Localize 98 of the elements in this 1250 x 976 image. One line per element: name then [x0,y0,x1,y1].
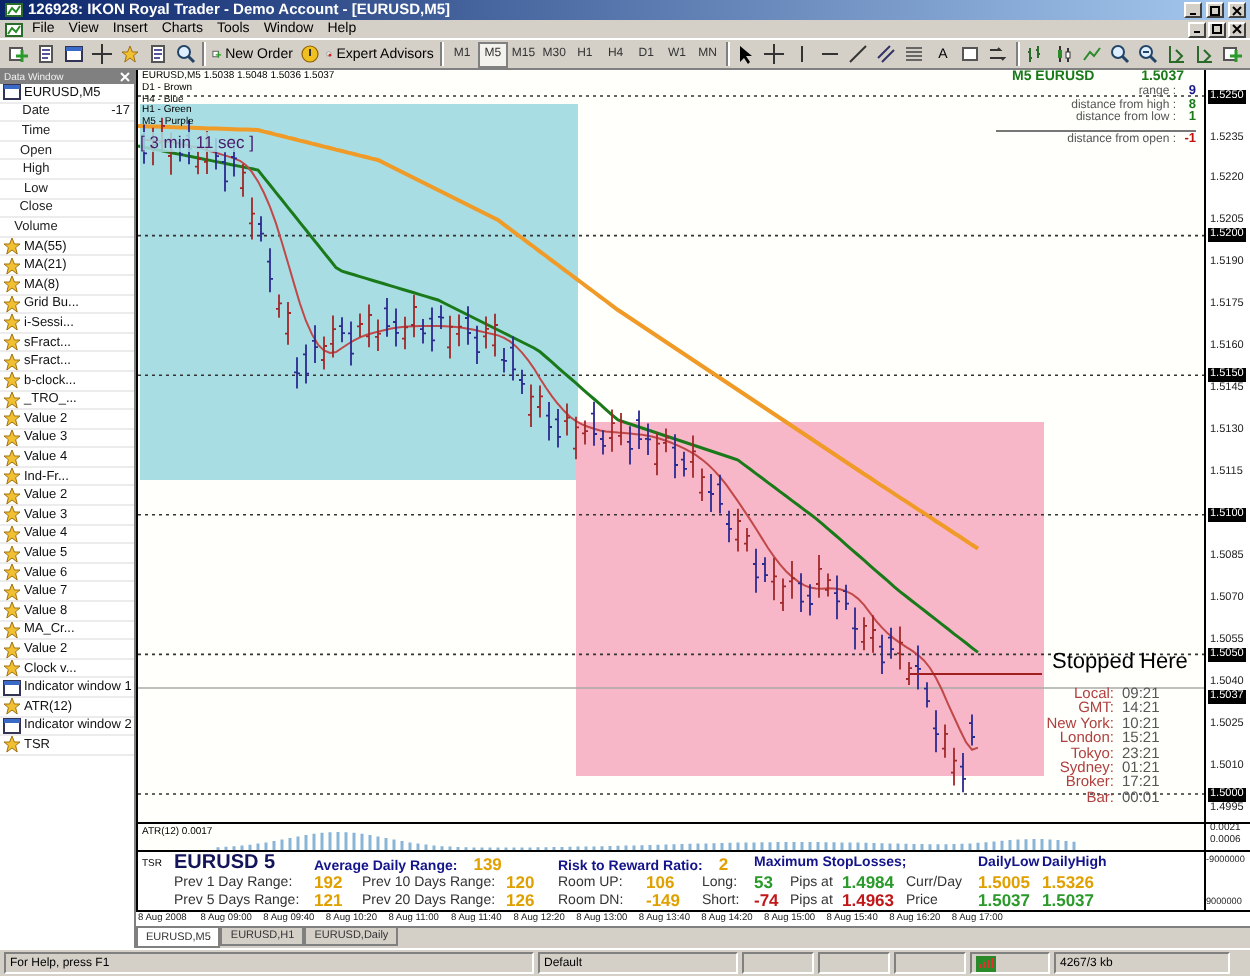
crosshair-icon [91,44,111,64]
app-icon [4,0,24,20]
channel-icon [876,44,897,64]
trendline-button[interactable] [845,41,872,67]
info-value: 1.5037 [978,892,1032,910]
indicator-icon [2,485,22,506]
info-value: 1.5326 [1042,874,1096,892]
indicator-icon [2,600,22,621]
indicator-icon [2,696,22,717]
indicator-icon [2,639,22,660]
label-button[interactable] [957,41,984,67]
cursor-icon [736,44,757,64]
alert-icon [299,44,320,64]
indicator-icon [2,466,22,487]
indicator-icon [2,408,22,429]
indicator-icon [2,236,22,257]
indicator-icon [2,581,22,602]
info-value: 106 [646,874,677,892]
info-value: 2 [718,853,729,873]
connection-icon [976,953,996,973]
trendline-icon [848,44,869,64]
indicator-icon [2,332,22,353]
label-icon [960,44,981,64]
indicator-icon [2,427,22,448]
crosshair-icon [764,44,785,64]
favorites-icon [119,44,139,64]
stop-label: Stopped Here [1052,650,1188,676]
new-chart-button[interactable] [4,41,30,67]
line-chart-icon [1082,44,1103,64]
info-value: 1.4963 [842,892,896,910]
indicator-icon [2,658,22,679]
crosshair-button[interactable] [761,41,788,67]
indicator-icon [2,523,22,544]
zoom-icon [175,44,195,64]
info-value: 121 [314,892,345,910]
close-icon[interactable] [120,72,130,82]
profiles-icon [35,44,55,64]
status-pane [742,952,814,974]
alerts-button[interactable] [296,41,323,67]
info-value: -149 [646,892,683,910]
restore-icon [1212,24,1222,34]
indicator-icon [2,447,22,468]
maximize-button[interactable] [1206,2,1224,18]
info-value: 126 [506,892,537,910]
indicator-icon [2,351,22,372]
indicator-icon [2,562,22,583]
chart-shift-icon [1194,44,1215,64]
info-value: 1.5005 [978,874,1032,892]
minimize-button[interactable] [1184,2,1202,18]
indicator-icon [2,370,22,391]
symbol-title: EURUSD 5 [174,852,278,874]
maximize-icon [1210,5,1220,15]
fibonacci-button[interactable] [901,41,928,67]
status-pane [818,952,890,974]
crosshair-button[interactable] [88,41,114,67]
close-icon [1232,5,1242,15]
stop-line [909,673,1043,675]
zoom-button[interactable] [172,41,198,67]
close-button[interactable] [1228,2,1246,18]
indicators-icon [1222,44,1243,64]
indicator-icon [2,504,22,525]
new-chart-icon [7,44,27,64]
info-value: 1.5037 [1042,892,1096,910]
close-button[interactable] [1228,21,1246,37]
indicator-icon [2,274,22,295]
indicator-icon [2,312,22,333]
indicators-button[interactable] [1219,41,1246,67]
navigator-icon [147,44,167,64]
status-pane [894,952,966,974]
arrows-icon [988,44,1009,64]
auto-scroll-button[interactable] [1163,41,1190,67]
candlestick-icon [1054,44,1075,64]
indicator-icon [2,543,22,564]
fibonacci-icon [904,44,925,64]
indicator-icon [2,619,22,640]
chart-shift-button[interactable] [1191,41,1218,67]
info-value: 53 [754,874,775,892]
indicator-icon [2,255,22,276]
zoom-in-icon [1110,44,1131,64]
info-value: 139 [473,853,502,873]
zoom-in-button[interactable] [1107,41,1134,67]
candle-timer: [ 3 min 11 sec ] [140,132,255,152]
info-value: 120 [506,874,537,892]
zoom-out-icon [1138,44,1159,64]
info-value: -74 [754,892,781,910]
indicator-icon [2,389,22,410]
close-icon [1232,24,1242,34]
info-value: 192 [314,874,343,892]
indicator-icon [2,293,22,314]
info-value: 1.4984 [842,874,896,892]
market-watch-button[interactable] [60,41,86,67]
restore-button[interactable] [1208,21,1226,37]
indicator-icon [2,734,22,755]
market-watch-icon [63,44,83,64]
minimize-button[interactable] [1188,21,1206,37]
auto-scroll-icon [1166,44,1187,64]
zoom-out-button[interactable] [1135,41,1162,67]
channel-button[interactable] [873,41,900,67]
